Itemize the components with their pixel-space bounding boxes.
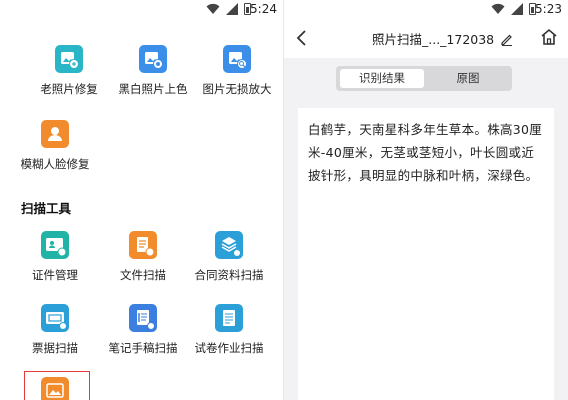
tools-screen: 5:24 老照片修复 黑白照片上色 图片无损放大 模糊人脸修复 扫描工具 证件管… bbox=[0, 0, 283, 400]
tool-id-management[interactable]: 证件管理 bbox=[9, 231, 101, 283]
scan-result-screen: 5:23 照片扫描_..._172038 识别结果 原图 白鹤芋，天南星科多年生… bbox=[284, 0, 568, 400]
status-time: 5:24 bbox=[250, 2, 277, 16]
status-time: 5:23 bbox=[535, 2, 562, 16]
tool-label: 模糊人脸修复 bbox=[20, 157, 90, 171]
ocr-result-text[interactable]: 白鹤芋，天南星科多年生草本。株高30厘米-40厘米，无茎或茎短小，叶长圆或近披针… bbox=[308, 118, 544, 187]
tool-label: 证件管理 bbox=[32, 268, 78, 282]
wifi-icon bbox=[206, 3, 220, 15]
view-segmented-control: 识别结果 原图 bbox=[336, 66, 512, 91]
tool-label: 试卷作业扫描 bbox=[194, 341, 264, 355]
receipt-scan-icon bbox=[41, 304, 69, 332]
edit-pencil-icon[interactable] bbox=[500, 32, 514, 46]
id-card-icon bbox=[41, 231, 69, 259]
zoom-in-icon bbox=[223, 45, 251, 73]
title-group: 照片扫描_..._172038 bbox=[372, 29, 514, 48]
ocr-result-card: 白鹤芋，天南星科多年生草本。株高30厘米-40厘米，无茎或茎短小，叶长圆或近披针… bbox=[298, 108, 554, 400]
tool-bw-colorize[interactable]: 黑白照片上色 bbox=[107, 45, 199, 97]
tool-label: 图片无损放大 bbox=[202, 82, 272, 96]
tool-label: 黑白照片上色 bbox=[118, 82, 188, 96]
document-scan-icon bbox=[129, 231, 157, 259]
tab-recognition-result[interactable]: 识别结果 bbox=[340, 69, 424, 88]
face-repair-icon bbox=[41, 120, 69, 148]
back-arrow-icon[interactable] bbox=[292, 26, 312, 50]
tool-label: 文件扫描 bbox=[120, 268, 166, 282]
tool-file-scan[interactable]: 文件扫描 bbox=[97, 231, 189, 283]
tab-original-image[interactable]: 原图 bbox=[426, 69, 510, 88]
tool-notes-scan[interactable]: 笔记手稿扫描 bbox=[97, 304, 189, 356]
signal-icon bbox=[511, 3, 523, 15]
status-bar: 5:24 bbox=[0, 0, 283, 20]
tool-contract-scan[interactable]: 合同资料扫描 bbox=[183, 231, 275, 283]
page-title: 照片扫描_..._172038 bbox=[372, 32, 495, 47]
wifi-icon bbox=[491, 3, 505, 15]
photo-repair-icon bbox=[55, 45, 83, 73]
signal-icon bbox=[226, 3, 238, 15]
colorize-icon bbox=[139, 45, 167, 73]
top-app-bar: 照片扫描_..._172038 bbox=[284, 20, 568, 58]
tool-label: 老照片修复 bbox=[40, 82, 98, 96]
tool-blurry-face-repair[interactable]: 模糊人脸修复 bbox=[9, 120, 101, 172]
screen: 5:24 老照片修复 黑白照片上色 图片无损放大 模糊人脸修复 扫描工具 证件管… bbox=[0, 0, 568, 400]
tool-lossless-zoom[interactable]: 图片无损放大 bbox=[191, 45, 283, 97]
status-bar: 5:23 bbox=[284, 0, 568, 20]
section-title-scan-tools: 扫描工具 bbox=[21, 201, 72, 216]
tool-label: 票据扫描 bbox=[32, 341, 78, 355]
tool-label: 合同资料扫描 bbox=[194, 268, 264, 282]
home-icon[interactable] bbox=[540, 28, 558, 50]
highlight-box bbox=[24, 371, 90, 400]
tool-label: 笔记手稿扫描 bbox=[108, 341, 178, 355]
tool-receipt-scan[interactable]: 票据扫描 bbox=[9, 304, 101, 356]
contract-scan-icon bbox=[215, 231, 243, 259]
tool-exam-scan[interactable]: 试卷作业扫描 bbox=[183, 304, 275, 356]
notes-scan-icon bbox=[129, 304, 157, 332]
exam-scan-icon bbox=[215, 304, 243, 332]
tool-old-photo-repair[interactable]: 老照片修复 bbox=[23, 45, 115, 97]
